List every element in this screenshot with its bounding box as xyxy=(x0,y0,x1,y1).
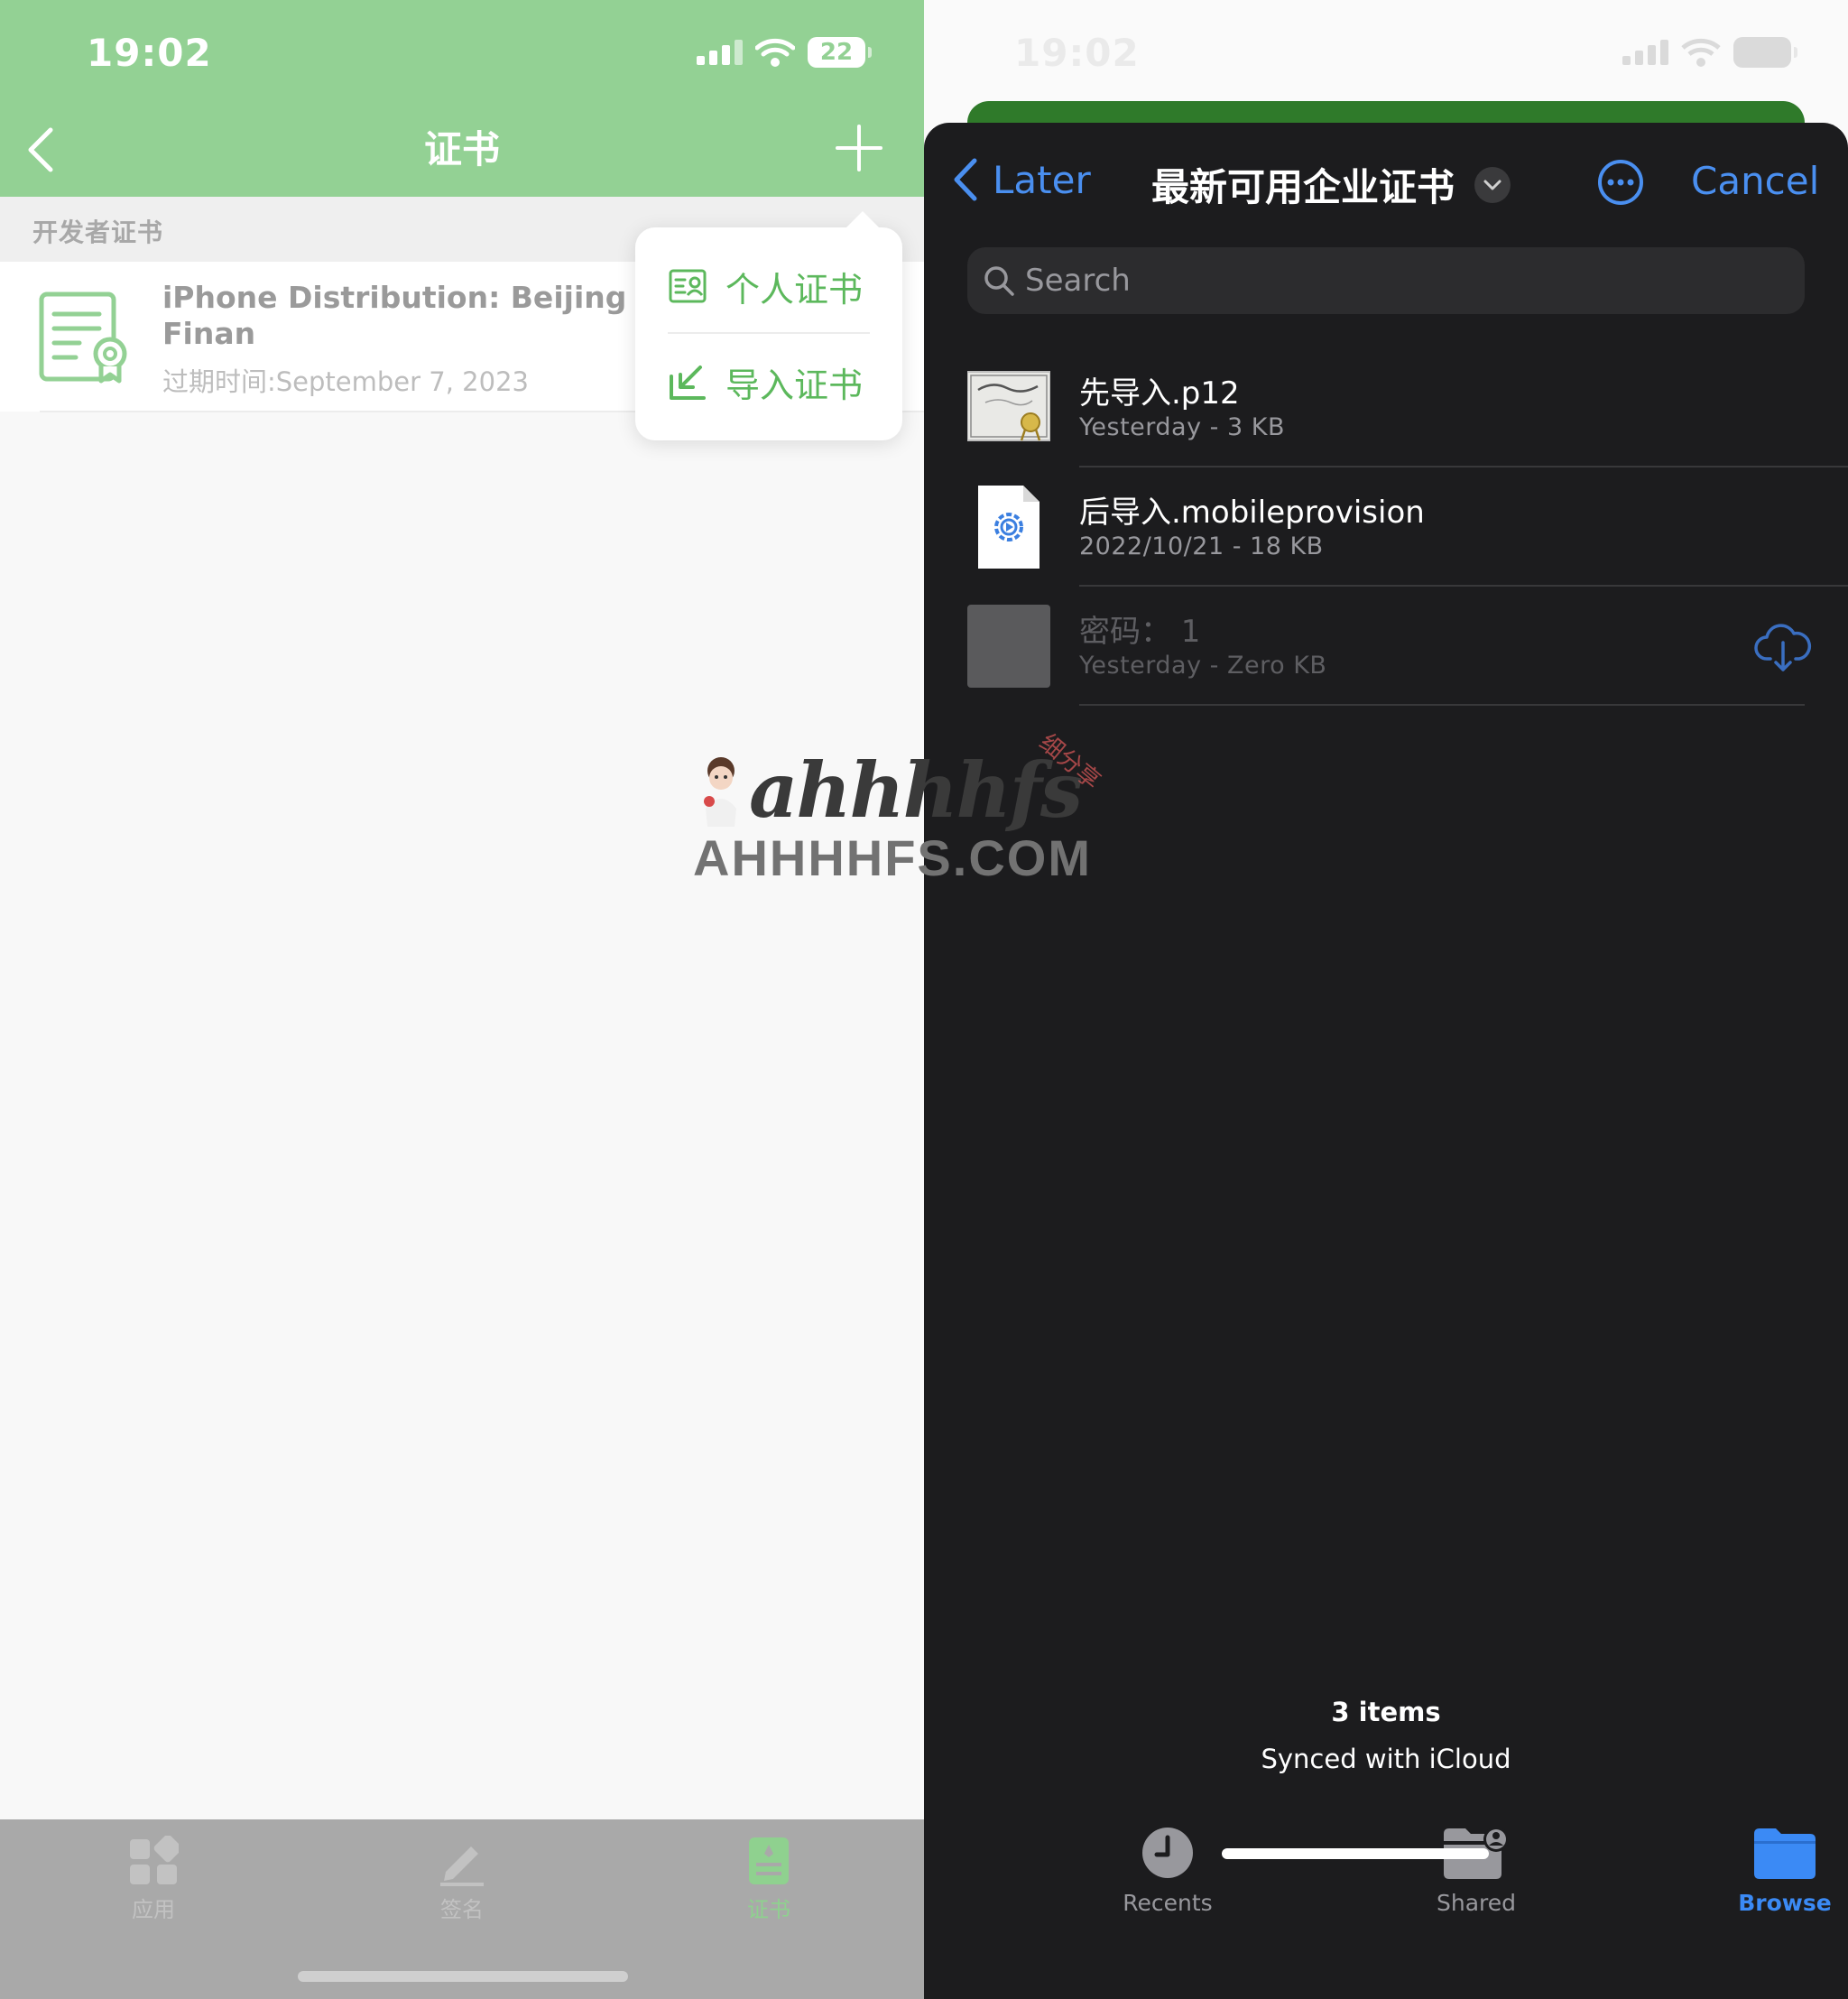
search-bar xyxy=(967,247,1805,314)
file-name: 密码： 1 xyxy=(1079,614,1201,650)
folder-icon xyxy=(1754,1828,1816,1879)
chevron-left-icon xyxy=(954,158,977,201)
add-menu-popover: 个人证书 导入证书 xyxy=(635,211,902,440)
file-meta: 2022/10/21 - 18 KB xyxy=(1079,532,1324,560)
tab-label: Browse xyxy=(1738,1890,1832,1916)
menu-item-personal-cert[interactable]: 个人证书 xyxy=(668,255,863,318)
watermark-url: AHHHHFS.COM xyxy=(693,829,1092,886)
status-icons xyxy=(1622,34,1797,70)
later-back-button[interactable]: Later xyxy=(949,157,1091,202)
file-picker-sheet: Later 最新可用企业证书 Cancel Search 先导入.p12 Yes… xyxy=(924,123,1848,1999)
cancel-button[interactable]: Cancel xyxy=(1691,159,1819,204)
status-icons: 22 xyxy=(697,34,872,70)
later-label: Later xyxy=(993,157,1091,202)
menu-divider xyxy=(668,332,870,334)
battery-icon: 22 xyxy=(808,37,872,68)
file-row-p12[interactable]: 先导入.p12 Yesterday - 3 KB xyxy=(924,348,1848,467)
tab-label: 签名 xyxy=(440,1897,484,1922)
page-title: 证书 xyxy=(423,127,500,171)
file-row-password[interactable]: 密码： 1 Yesterday - Zero KB xyxy=(924,587,1848,706)
signal-icon xyxy=(1622,40,1668,65)
certificate-tab-icon xyxy=(749,1837,789,1884)
chevron-down-icon xyxy=(1474,166,1511,203)
search-icon xyxy=(984,266,1014,296)
pen-sign-icon xyxy=(440,1846,484,1886)
watermark: ahhhhfs 细分享 AHHHHFS.COM xyxy=(686,729,1110,892)
import-arrow-icon xyxy=(670,366,706,400)
right-screen: 19:02 Later 最新可用企业证书 Cancel Search 先导入.p… xyxy=(924,0,1848,1999)
signal-icon xyxy=(697,40,743,65)
add-plus-icon[interactable] xyxy=(836,125,882,171)
row-divider xyxy=(1079,704,1805,706)
file-row-mobileprovision[interactable]: 后导入.mobileprovision 2022/10/21 - 18 KB xyxy=(924,467,1848,587)
wifi-icon xyxy=(1681,38,1721,67)
tab-certificates[interactable]: 证书 xyxy=(706,1836,832,1923)
cloud-download-icon[interactable] xyxy=(1754,623,1812,673)
apps-grid-icon xyxy=(130,1836,179,1884)
tab-recents[interactable]: Recents xyxy=(1077,1825,1258,1916)
menu-item-import-cert[interactable]: 导入证书 xyxy=(668,350,863,413)
more-options-icon[interactable] xyxy=(1597,159,1644,206)
tab-label: 证书 xyxy=(747,1897,790,1922)
tab-shared[interactable]: Shared xyxy=(1386,1825,1566,1916)
mascot-icon xyxy=(704,757,736,827)
home-indicator xyxy=(298,1971,628,1982)
status-time: 19:02 xyxy=(87,31,212,75)
watermark-logo: ahhhhfs xyxy=(749,745,1083,835)
status-time: 19:02 xyxy=(1014,31,1140,75)
folder-title: 最新可用企业证书 xyxy=(1151,165,1455,209)
search-input[interactable] xyxy=(1025,247,1783,314)
section-title: 开发者证书 xyxy=(32,217,164,247)
file-name: 后导入.mobileprovision xyxy=(1079,495,1425,531)
provision-file-icon xyxy=(978,486,1040,569)
left-header: 19:02 22 证书 xyxy=(0,0,924,197)
file-meta: Yesterday - Zero KB xyxy=(1079,652,1327,680)
menu-item-label: 个人证书 xyxy=(725,269,864,310)
certificate-name: iPhone Distribution: Beijing Finan td xyxy=(162,280,627,354)
wifi-icon xyxy=(755,38,795,67)
menu-item-label: 导入证书 xyxy=(725,365,864,405)
id-card-icon xyxy=(669,269,707,303)
clock-icon xyxy=(1142,1828,1193,1878)
certificate-icon xyxy=(39,292,127,384)
tab-label: 应用 xyxy=(132,1897,175,1922)
battery-icon xyxy=(1733,37,1797,68)
tab-apps[interactable]: 应用 xyxy=(90,1836,217,1923)
file-meta: Yesterday - 3 KB xyxy=(1079,413,1285,441)
tab-label: Shared xyxy=(1436,1890,1516,1916)
left-screen: 19:02 22 证书 开发者证书 iPhone Distribution: B… xyxy=(0,0,924,1999)
certificate-expiry: 过期时间:September 7, 2023 xyxy=(162,366,529,397)
certificate-file-icon xyxy=(967,371,1050,441)
tab-sign[interactable]: 签名 xyxy=(399,1836,525,1923)
home-indicator xyxy=(1222,1848,1489,1859)
tab-label: Recents xyxy=(1123,1890,1213,1916)
sync-status: Synced with iCloud xyxy=(1261,1744,1511,1774)
tab-browse[interactable]: Browse xyxy=(1695,1825,1848,1916)
folder-title-button[interactable]: 最新可用企业证书 xyxy=(1151,157,1511,212)
placeholder-file-icon xyxy=(967,605,1050,688)
file-name: 先导入.p12 xyxy=(1079,375,1240,412)
item-count: 3 items xyxy=(1331,1697,1441,1727)
